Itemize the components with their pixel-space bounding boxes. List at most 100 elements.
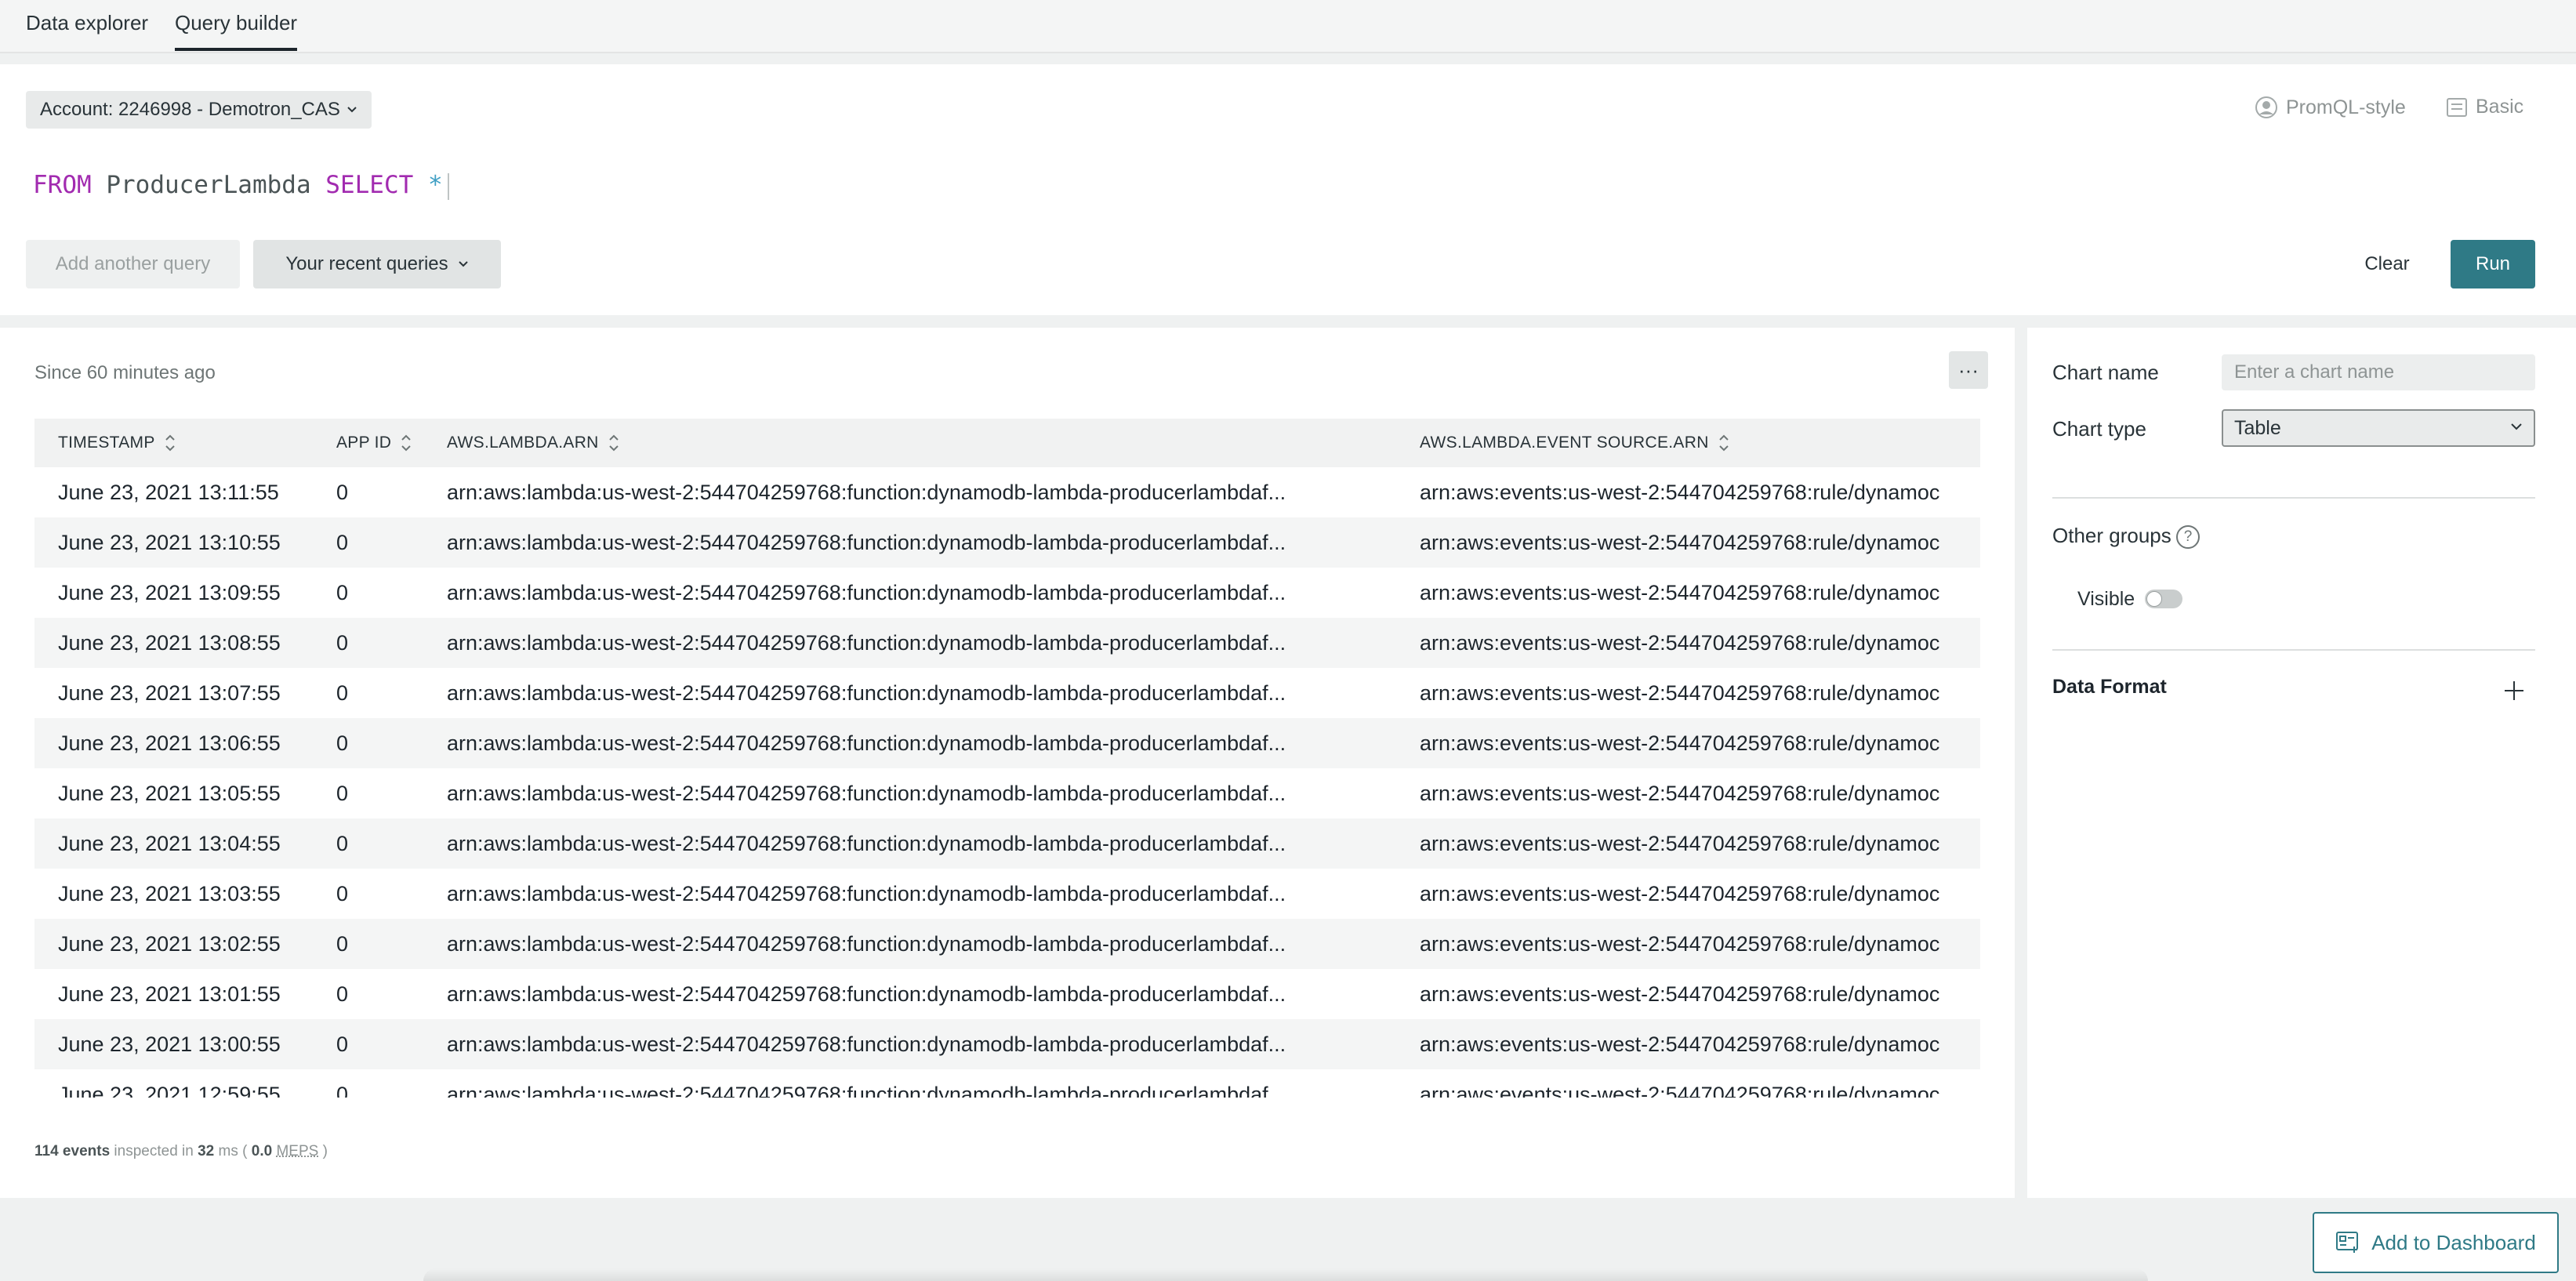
time-range-label: Since 60 minutes ago	[34, 362, 216, 383]
stats-inspected-label: inspected in	[114, 1143, 194, 1159]
table-row[interactable]: June 23, 2021 13:04:55 0 arn:aws:lambda:us…	[34, 818, 1980, 869]
tab-data-explorer[interactable]: Data explorer	[26, 11, 148, 48]
bottom-shadow	[423, 1268, 2148, 1281]
sort-icon	[608, 434, 619, 452]
run-button[interactable]: Run	[2451, 240, 2535, 288]
table-cell: June 23, 2021 13:00:55	[58, 1032, 281, 1056]
table-cell: June 23, 2021 13:05:55	[58, 782, 281, 805]
table-cell: 0	[336, 882, 349, 905]
table-row[interactable]: June 23, 2021 13:09:55 0 arn:aws:lambda:us…	[34, 568, 1980, 618]
table-cell: 0	[336, 932, 349, 956]
toggle-knob	[2146, 591, 2162, 607]
table-row[interactable]: June 23, 2021 12:59:55 0 arn:aws:lambda:us…	[34, 1069, 1980, 1098]
table-cell: 0	[336, 1032, 349, 1056]
table-row[interactable]: June 23, 2021 13:08:55 0 arn:aws:lambda:us…	[34, 618, 1980, 668]
table-cell: June 23, 2021 13:08:55	[58, 631, 281, 655]
results-table: TIMESTAMP APP ID AWS.LAMBDA.ARN AWS.LAMB…	[34, 419, 1980, 1098]
table-cell: 0	[336, 631, 349, 655]
plus-icon[interactable]	[2502, 679, 2526, 702]
table-row[interactable]: June 23, 2021 13:00:55 0 arn:aws:lambda:us…	[34, 1019, 1980, 1069]
more-options-button[interactable]: ···	[1949, 351, 1988, 389]
chart-settings-panel: Chart name Chart type Table Other groups…	[2027, 328, 2576, 1198]
table-cell: arn:aws:lambda:us-west-2:544704259768:fu…	[447, 1032, 1286, 1056]
dashboard-icon	[2336, 1232, 2359, 1253]
table-cell: 0	[336, 832, 349, 855]
tab-query-builder[interactable]: Query builder	[175, 11, 298, 51]
help-icon[interactable]: ?	[2176, 525, 2200, 549]
basic-mode-label: Basic	[2476, 96, 2524, 118]
keyword-select: SELECT	[325, 171, 414, 199]
table-cell: arn:aws:events:us-west-2:544704259768:ru…	[1420, 1083, 1940, 1098]
basic-mode-toggle[interactable]: Basic	[2446, 96, 2523, 118]
table-row[interactable]: June 23, 2021 13:02:55 0 arn:aws:lambda:us…	[34, 919, 1980, 969]
column-header-label: AWS.LAMBDA.EVENT SOURCE.ARN	[1420, 434, 1709, 452]
column-header-app-id[interactable]: APP ID	[336, 419, 412, 467]
table-cell: arn:aws:events:us-west-2:544704259768:ru…	[1420, 832, 1940, 855]
table-row[interactable]: June 23, 2021 13:03:55 0 arn:aws:lambda:us…	[34, 869, 1980, 919]
column-header-lambda-arn[interactable]: AWS.LAMBDA.ARN	[447, 419, 619, 467]
chevron-down-icon	[458, 261, 468, 267]
table-row[interactable]: June 23, 2021 13:10:55 0 arn:aws:lambda:us…	[34, 517, 1980, 568]
column-header-event-source-arn[interactable]: AWS.LAMBDA.EVENT SOURCE.ARN	[1420, 419, 1729, 467]
table-row[interactable]: June 23, 2021 13:01:55 0 arn:aws:lambda:us…	[34, 969, 1980, 1019]
table-row[interactable]: June 23, 2021 13:11:55 0 arn:aws:lambda:us…	[34, 467, 1980, 517]
sort-icon	[401, 434, 411, 452]
table-cell: arn:aws:lambda:us-west-2:544704259768:fu…	[447, 481, 1286, 504]
table-cell: arn:aws:events:us-west-2:544704259768:ru…	[1420, 882, 1940, 905]
table-cell: arn:aws:events:us-west-2:544704259768:ru…	[1420, 982, 1940, 1006]
account-selector[interactable]: Account: 2246998 - Demotron_CAS	[26, 91, 372, 129]
sort-icon	[1718, 434, 1729, 452]
recent-queries-button[interactable]: Your recent queries	[253, 240, 501, 288]
user-circle-icon	[2255, 96, 2277, 118]
account-label: Account: 2246998 - Demotron_CAS	[40, 99, 340, 120]
table-cell: arn:aws:events:us-west-2:544704259768:ru…	[1420, 631, 1940, 655]
table-cell: arn:aws:lambda:us-west-2:544704259768:fu…	[447, 882, 1286, 905]
stats-duration: 32	[198, 1143, 215, 1159]
event-type: ProducerLambda	[106, 171, 311, 199]
table-cell: June 23, 2021 13:03:55	[58, 882, 281, 905]
sort-icon	[165, 434, 175, 452]
table-row[interactable]: June 23, 2021 13:05:55 0 arn:aws:lambda:us…	[34, 768, 1980, 818]
add-another-query-button[interactable]: Add another query	[26, 240, 240, 288]
table-cell: 0	[336, 581, 349, 604]
table-cell: arn:aws:lambda:us-west-2:544704259768:fu…	[447, 681, 1286, 705]
chart-name-label: Chart name	[2052, 361, 2159, 384]
table-cell: June 23, 2021 13:07:55	[58, 681, 281, 705]
table-row[interactable]: June 23, 2021 13:06:55 0 arn:aws:lambda:us…	[34, 718, 1980, 768]
table-cell: June 23, 2021 13:11:55	[58, 481, 279, 504]
chart-type-label: Chart type	[2052, 417, 2146, 441]
other-groups-label: Other groups	[2052, 524, 2171, 547]
divider	[2052, 497, 2535, 499]
stats-rate: 0.0	[251, 1143, 273, 1159]
table-cell: arn:aws:events:us-west-2:544704259768:ru…	[1420, 1032, 1940, 1056]
table-row[interactable]: June 23, 2021 13:07:55 0 arn:aws:lambda:us…	[34, 668, 1980, 718]
chart-type-value: Table	[2234, 416, 2281, 439]
form-icon	[2447, 97, 2467, 117]
table-cell: 0	[336, 531, 349, 554]
table-cell: June 23, 2021 12:59:55	[58, 1083, 281, 1098]
table-cell: arn:aws:events:us-west-2:544704259768:ru…	[1420, 681, 1940, 705]
query-panel: Account: 2246998 - Demotron_CAS PromQL-s…	[0, 64, 2576, 315]
chart-name-input[interactable]	[2222, 354, 2535, 390]
chart-type-select[interactable]: Table	[2222, 409, 2535, 447]
query-stats: 114 events inspected in 32 ms ( 0.0 MEPS…	[34, 1143, 328, 1160]
table-cell: June 23, 2021 13:01:55	[58, 982, 281, 1006]
promql-mode-toggle[interactable]: PromQL-style	[2255, 96, 2406, 119]
top-tab-bar: Data explorer Query builder	[0, 0, 2576, 53]
column-header-label: AWS.LAMBDA.ARN	[447, 434, 599, 452]
table-cell: arn:aws:events:us-west-2:544704259768:ru…	[1420, 481, 1940, 504]
text-cursor	[447, 172, 449, 200]
table-cell: arn:aws:lambda:us-west-2:544704259768:fu…	[447, 631, 1286, 655]
table-cell: arn:aws:events:us-west-2:544704259768:ru…	[1420, 531, 1940, 554]
stats-meps-label: MEPS	[276, 1143, 319, 1159]
add-to-dashboard-button[interactable]: Add to Dashboard	[2313, 1212, 2559, 1273]
clear-button[interactable]: Clear	[2344, 240, 2430, 288]
visible-toggle[interactable]	[2145, 590, 2182, 608]
column-header-label: TIMESTAMP	[58, 434, 155, 452]
column-header-timestamp[interactable]: TIMESTAMP	[58, 419, 176, 467]
stats-close: )	[322, 1143, 328, 1159]
divider	[2052, 649, 2535, 651]
table-header: TIMESTAMP APP ID AWS.LAMBDA.ARN AWS.LAMB…	[34, 419, 1980, 467]
table-cell: arn:aws:lambda:us-west-2:544704259768:fu…	[447, 782, 1286, 805]
query-editor[interactable]: FROM ProducerLambda SELECT *	[33, 171, 449, 200]
